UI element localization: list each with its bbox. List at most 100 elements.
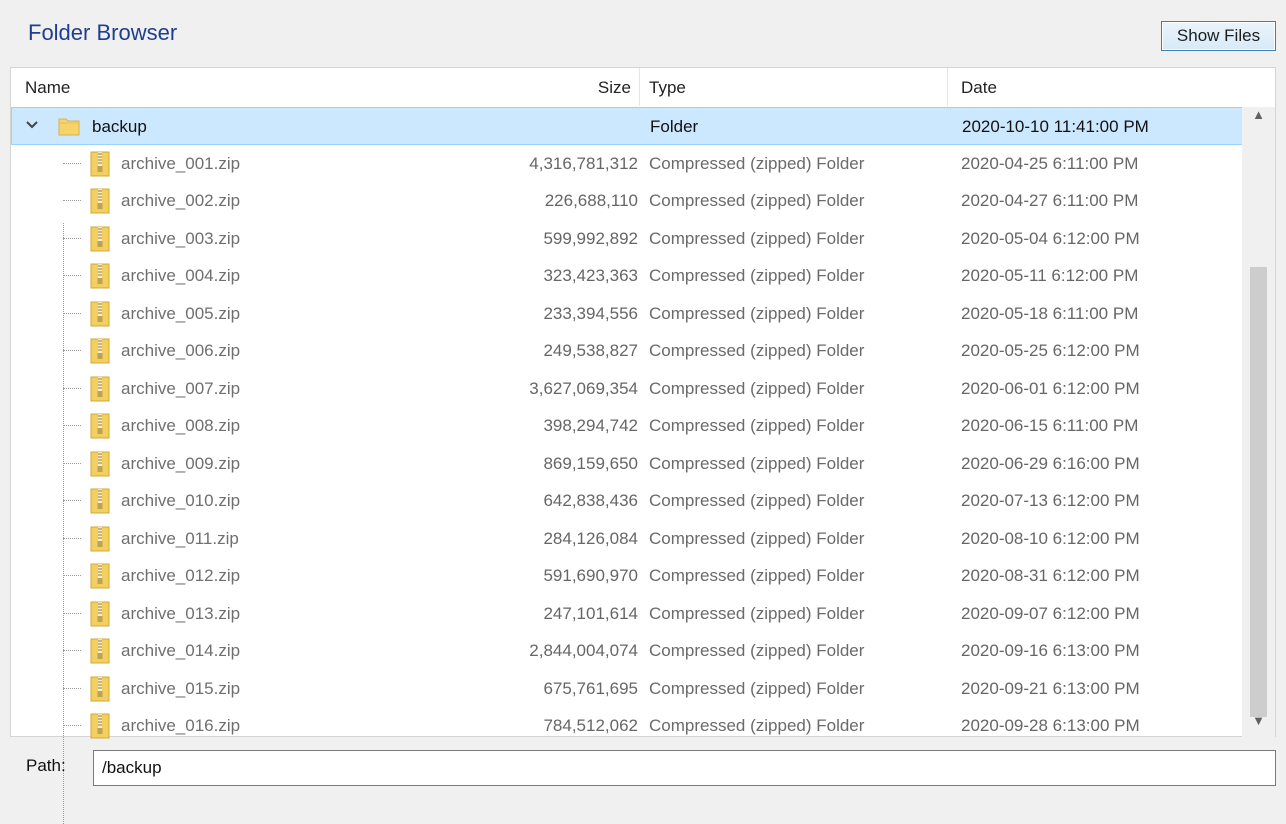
row-name: archive_001.zip bbox=[121, 153, 241, 173]
tree-row[interactable]: archive_007.zip 3,627,069,354 Compressed (… bbox=[11, 370, 1243, 408]
row-type: Compressed (zipped) Folder bbox=[649, 303, 865, 323]
row-size: 599,992,892 bbox=[543, 228, 638, 248]
tree-connector bbox=[63, 575, 81, 576]
vertical-scrollbar[interactable]: ▲ ▼ bbox=[1242, 107, 1275, 737]
tree-connector bbox=[63, 275, 81, 276]
tree-row[interactable]: archive_010.zip 642,838,436 Compressed (zi… bbox=[11, 482, 1243, 520]
row-size: 869,159,650 bbox=[543, 453, 638, 473]
tree-row[interactable]: archive_011.zip 284,126,084 Compressed (zi… bbox=[11, 520, 1243, 558]
row-size: 642,838,436 bbox=[543, 491, 638, 510]
tree-row[interactable]: archive_006.zip 249,538,827 Compressed (zi… bbox=[11, 332, 1243, 370]
tree-row[interactable]: archive_009.zip 869,159,650 Compressed (zi… bbox=[11, 445, 1243, 483]
row-date: 2020-09-28 6:13:00 PM bbox=[961, 716, 1140, 735]
tree-connector bbox=[63, 200, 81, 201]
tree-connector bbox=[63, 237, 81, 239]
row-type: Compressed (zipped) Folder bbox=[649, 603, 865, 623]
zip-folder-icon bbox=[90, 338, 110, 364]
row-name: archive_011.zip bbox=[121, 528, 239, 548]
tree-row[interactable]: archive_008.zip 398,294,742 Compressed (zi… bbox=[11, 407, 1243, 445]
tree-row[interactable]: archive_004.zip 323,423,363 Compressed (zi… bbox=[11, 257, 1243, 295]
row-date: 2020-05-18 6:11:00 PM bbox=[961, 303, 1139, 323]
folder-tree-panel: Name Size Type Date backup Folder 2020-1… bbox=[10, 67, 1276, 824]
row-type: Compressed (zipped) Folder bbox=[649, 191, 865, 210]
row-size: 233,394,556 bbox=[543, 303, 638, 323]
row-name: archive_016.zip bbox=[121, 716, 241, 735]
tree-row-backup[interactable]: backup Folder 2020-10-10 11:41:00 PM bbox=[11, 107, 1243, 145]
title-bar: Folder Browser Show Files bbox=[10, 9, 1276, 59]
row-name: archive_006.zip bbox=[121, 341, 241, 360]
tree-connector bbox=[63, 312, 81, 314]
row-name: archive_012.zip bbox=[121, 566, 241, 585]
column-size-header[interactable]: Size bbox=[598, 68, 631, 106]
row-name: archive_003.zip bbox=[121, 228, 241, 248]
row-size: 784,512,062 bbox=[543, 716, 638, 735]
tree-connector bbox=[63, 725, 81, 726]
path-input[interactable] bbox=[93, 750, 1276, 786]
zip-folder-icon bbox=[90, 188, 110, 214]
row-date: 2020-05-11 6:12:00 PM bbox=[961, 266, 1139, 285]
row-type: Compressed (zipped) Folder bbox=[649, 341, 865, 360]
row-size: 226,688,110 bbox=[544, 191, 638, 210]
tree-row[interactable]: archive_005.zip 233,394,556 Compressed (zi… bbox=[11, 295, 1243, 333]
zip-folder-icon bbox=[90, 526, 110, 551]
zip-folder-icon bbox=[90, 376, 110, 401]
row-date: 2020-04-27 6:11:00 PM bbox=[961, 191, 1139, 210]
scrollbar-thumb[interactable] bbox=[1250, 267, 1267, 717]
zip-folder-icon bbox=[90, 301, 110, 326]
zip-folder-icon bbox=[90, 151, 110, 176]
column-date-header[interactable]: Date bbox=[961, 68, 997, 106]
chevron-down-icon[interactable] bbox=[24, 117, 40, 133]
row-name: backup bbox=[92, 117, 147, 136]
column-header: Name Size Type Date bbox=[11, 68, 1243, 108]
show-files-button[interactable]: Show Files bbox=[1161, 21, 1276, 51]
row-name: archive_009.zip bbox=[121, 453, 241, 473]
row-type: Compressed (zipped) Folder bbox=[649, 266, 865, 285]
tree-connector bbox=[63, 537, 81, 539]
row-date: 2020-08-31 6:12:00 PM bbox=[961, 566, 1140, 585]
zip-folder-icon bbox=[90, 563, 110, 589]
row-size: 2,844,004,074 bbox=[529, 641, 638, 660]
tree-rows: backup Folder 2020-10-10 11:41:00 PM arc… bbox=[11, 107, 1243, 824]
tree-connector bbox=[63, 462, 81, 464]
row-size: 284,126,084 bbox=[543, 528, 638, 548]
tree-row[interactable]: archive_014.zip 2,844,004,074 Compressed (… bbox=[11, 632, 1243, 670]
zip-folder-icon bbox=[90, 713, 110, 739]
tree-row[interactable]: archive_003.zip 599,992,892 Compressed (zi… bbox=[11, 220, 1243, 258]
row-type: Compressed (zipped) Folder bbox=[649, 566, 865, 585]
row-size: 323,423,363 bbox=[543, 266, 638, 285]
folder-icon bbox=[58, 118, 80, 136]
scroll-down-arrow-icon[interactable]: ▼ bbox=[1242, 713, 1275, 737]
row-date: 2020-05-25 6:12:00 PM bbox=[961, 341, 1140, 360]
window-title: Folder Browser bbox=[28, 20, 178, 45]
tree-connector bbox=[63, 612, 81, 614]
zip-folder-icon bbox=[90, 263, 110, 289]
row-size: 398,294,742 bbox=[543, 416, 638, 435]
tree-row[interactable]: archive_002.zip 226,688,110 Compressed (zi… bbox=[11, 182, 1243, 220]
row-date: 2020-06-15 6:11:00 PM bbox=[961, 416, 1139, 435]
column-type-header[interactable]: Type bbox=[649, 68, 686, 106]
row-date: 2020-09-16 6:13:00 PM bbox=[961, 641, 1140, 660]
row-type: Compressed (zipped) Folder bbox=[649, 678, 865, 698]
scroll-up-arrow-icon[interactable]: ▲ bbox=[1242, 107, 1275, 131]
tree-row[interactable]: archive_001.zip 4,316,781,312 Compressed (… bbox=[11, 145, 1243, 183]
row-date: 2020-06-29 6:16:00 PM bbox=[961, 453, 1140, 473]
row-name: archive_002.zip bbox=[121, 191, 241, 210]
tree-row[interactable]: archive_012.zip 591,690,970 Compressed (zi… bbox=[11, 557, 1243, 595]
tree-row[interactable]: archive_013.zip 247,101,614 Compressed (zi… bbox=[11, 595, 1243, 633]
row-date: 2020-06-01 6:12:00 PM bbox=[961, 378, 1140, 398]
tree-row[interactable]: archive_016.zip 784,512,062 Compressed (zi… bbox=[11, 707, 1243, 745]
row-date: 2020-07-13 6:12:00 PM bbox=[961, 491, 1140, 510]
path-bar: Path: bbox=[10, 740, 1276, 795]
row-type: Compressed (zipped) Folder bbox=[649, 228, 865, 248]
row-type: Compressed (zipped) Folder bbox=[649, 453, 865, 473]
tree-connector bbox=[63, 650, 81, 651]
tree-row[interactable]: archive_015.zip 675,761,695 Compressed (zi… bbox=[11, 670, 1243, 708]
zip-folder-icon bbox=[90, 601, 110, 626]
column-name-header[interactable]: Name bbox=[25, 68, 70, 106]
zip-folder-icon bbox=[90, 413, 110, 439]
tree-connector bbox=[63, 500, 81, 501]
zip-folder-icon bbox=[90, 676, 110, 701]
row-size: 3,627,069,354 bbox=[529, 378, 638, 398]
row-type: Folder bbox=[650, 117, 699, 136]
row-name: archive_005.zip bbox=[121, 303, 241, 323]
